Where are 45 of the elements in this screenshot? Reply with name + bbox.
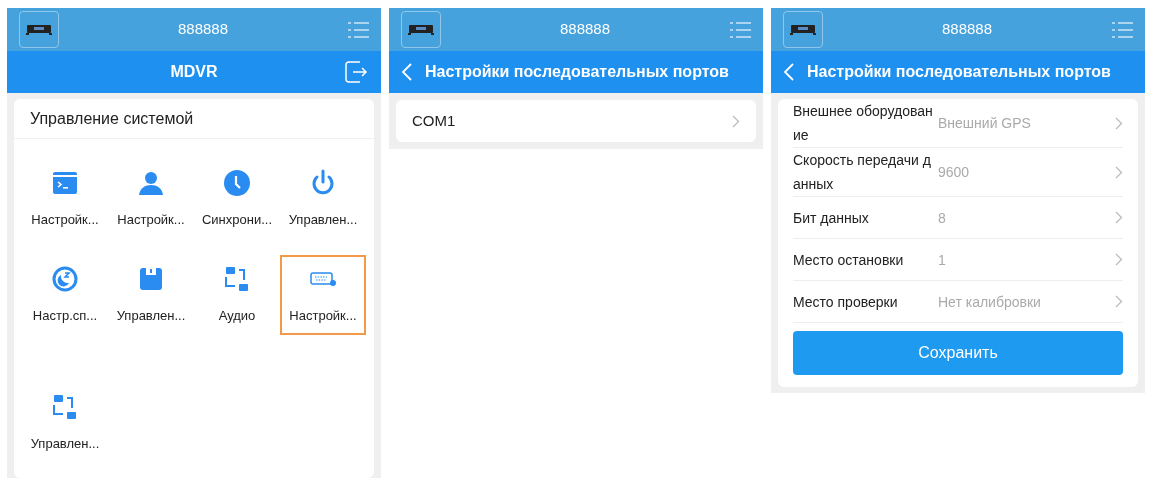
clock-icon	[222, 168, 252, 199]
menu-icon[interactable]	[729, 19, 751, 40]
port-row[interactable]: COM1	[396, 100, 756, 142]
menu-icon[interactable]	[347, 19, 369, 40]
screen-title: MDVR	[170, 62, 218, 82]
device-id: 888888	[941, 19, 993, 40]
exit-icon[interactable]	[343, 59, 369, 85]
screen-title: Настройки последовательных портов	[425, 62, 729, 82]
menu-tile[interactable]: Настр.сп...	[22, 255, 108, 335]
back-icon[interactable]	[401, 62, 413, 82]
menu-tile[interactable]: Синхрони...	[194, 159, 280, 239]
back-icon[interactable]	[783, 62, 795, 82]
chevron-right-icon	[1115, 295, 1123, 308]
tile-label: Настр.сп...	[32, 307, 98, 326]
screen-title: Настройки последовательных портов	[807, 62, 1111, 82]
tile-label: Аудио	[218, 307, 256, 326]
setting-row[interactable]: Место остановки 1	[793, 239, 1123, 281]
menu-icon[interactable]	[1111, 19, 1133, 40]
device-id: 888888	[177, 19, 229, 40]
chevron-right-icon	[1115, 116, 1123, 130]
device-thumbnail-icon[interactable]	[783, 11, 823, 48]
setting-row[interactable]: Место проверки Нет калибровки	[793, 281, 1123, 323]
menu-tile[interactable]: Аудио	[194, 255, 280, 335]
menu-tile[interactable]: Управлен...	[280, 159, 366, 239]
device-id: 888888	[559, 19, 611, 40]
setting-row[interactable]: Бит данных 8	[793, 197, 1123, 239]
menu-tile[interactable]: Настройк...	[108, 159, 194, 239]
menu-tile[interactable]: Управлен...	[108, 255, 194, 335]
device-thumbnail-icon[interactable]	[19, 11, 59, 48]
device-thumbnail-icon[interactable]	[401, 11, 441, 48]
chevron-right-icon	[1115, 211, 1123, 224]
tile-label: Управлен...	[116, 307, 186, 326]
chevron-right-icon	[1115, 165, 1123, 179]
chevron-right-icon	[732, 114, 740, 128]
menu-tile[interactable]: Настройк...	[22, 159, 108, 239]
tile-label: Управлен...	[288, 211, 358, 230]
menu-tile[interactable]: Управлен...	[22, 383, 108, 463]
tile-label: Синхрони...	[201, 211, 273, 230]
tile-label: Управлен...	[30, 435, 100, 454]
menu-tile[interactable]: Настройк...	[280, 255, 366, 335]
tile-label: Настройк...	[31, 211, 99, 230]
section-title: Управление системой	[14, 99, 374, 139]
chevron-right-icon	[1115, 253, 1123, 266]
tile-label: Настройк...	[117, 211, 185, 230]
tile-label: Настройк...	[289, 307, 357, 326]
